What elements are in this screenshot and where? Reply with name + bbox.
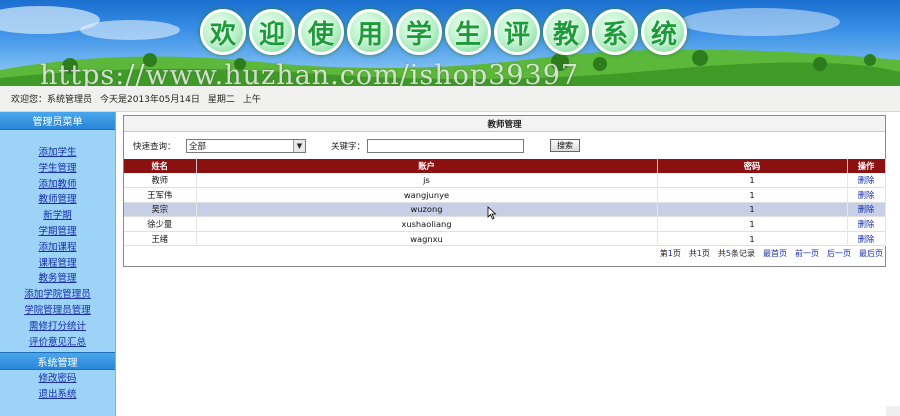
keyword-label: 关键字：: [331, 141, 366, 152]
window-corner: [886, 406, 900, 416]
last-page-link[interactable]: 最后页: [859, 248, 883, 259]
banner-glyph: 生: [445, 9, 491, 55]
sidebar-item-add-college-admin[interactable]: 添加学院管理员: [24, 287, 91, 303]
sidebar-item-new-term[interactable]: 新学期: [43, 208, 72, 224]
table-row: 王绪 wagnxu 1 删除: [124, 231, 886, 246]
banner-glyph: 使: [298, 9, 344, 55]
weekday-text: 星期二: [207, 95, 235, 105]
prev-page-link[interactable]: 前一页: [795, 248, 819, 259]
welcome-text: 欢迎您：系统管理员: [11, 95, 93, 105]
cell-password: 1: [657, 173, 848, 188]
panel-title: 教师管理: [124, 116, 885, 132]
quick-query-select[interactable]: 全部 ▼: [186, 138, 306, 153]
keyword-input[interactable]: [367, 138, 524, 153]
delete-link[interactable]: 删除: [847, 173, 886, 188]
sidebar-item-course-management[interactable]: 课程管理: [38, 256, 76, 272]
cell-name: 王绪: [124, 231, 197, 246]
sidebar-item-add-teacher[interactable]: 添加教师: [38, 177, 76, 193]
banner-glyph: 迎: [249, 9, 295, 55]
sidebar-item-college-admin-management[interactable]: 学院管理员管理: [24, 303, 91, 319]
date-text: 今天是2013年05月14日: [100, 95, 200, 105]
delete-link[interactable]: 删除: [847, 216, 886, 232]
cell-password: 1: [657, 202, 848, 217]
banner-glyph: 统: [641, 9, 687, 55]
column-header-name: 姓名: [124, 159, 197, 173]
cell-account: xushaoliang: [196, 216, 658, 232]
table-header-row: 姓名 账户 密码 操作: [124, 159, 886, 173]
cell-name: 教师: [124, 173, 197, 188]
watermark-text: https://www.huzhan.com/ishop39397: [40, 60, 580, 86]
banner-glyph: 学: [396, 9, 442, 55]
cell-name: 徐少量: [124, 216, 197, 232]
sidebar-item-teacher-management[interactable]: 教师管理: [38, 192, 76, 208]
sidebar-item-logout[interactable]: 退出系统: [38, 387, 76, 403]
cell-account: wagnxu: [196, 231, 658, 246]
sidebar-item-academic-management[interactable]: 教务管理: [38, 271, 76, 287]
banner: 欢 迎 使 用 学 生 评 教 系 统 https://www.huzhan.c…: [0, 0, 900, 86]
delete-link[interactable]: 删除: [847, 202, 886, 217]
pagination: 第1页 共1页 共5条记录 最首页 前一页 后一页 最后页: [124, 246, 885, 260]
sidebar: 管理员菜单 添加学生 学生管理 添加教师 教师管理 新学期 学期管理 添加课程 …: [0, 112, 116, 416]
sidebar-item-score-statistics[interactable]: 需修打分统计: [29, 319, 86, 335]
banner-glyph: 欢: [200, 9, 246, 55]
banner-glyph: 评: [494, 9, 540, 55]
total-records-suffix: 条记录: [731, 248, 755, 258]
banner-glyph: 教: [543, 9, 589, 55]
banner-title: 欢 迎 使 用 学 生 评 教 系 统: [200, 9, 687, 55]
column-header-password: 密码: [657, 159, 848, 173]
current-page: 第1页: [660, 248, 681, 259]
quick-query-value: 全部: [189, 141, 207, 152]
column-header-account: 账户: [196, 159, 658, 173]
search-button[interactable]: 搜索: [550, 139, 580, 152]
total-records: 共5条记录: [718, 248, 755, 259]
cell-name: 王军伟: [124, 187, 197, 203]
total-records-prefix: 共: [717, 248, 726, 258]
mouse-cursor-icon: [487, 206, 497, 220]
sidebar-item-term-management[interactable]: 学期管理: [38, 224, 76, 240]
search-row: 快速查询： 全部 ▼ 关键字： 搜索: [124, 132, 885, 159]
cell-account: wuzong: [196, 202, 658, 217]
total-pages: 共1页: [689, 248, 710, 259]
sidebar-item-add-course[interactable]: 添加课程: [38, 240, 76, 256]
sidebar-header: 管理员菜单: [0, 112, 115, 130]
table-row-highlighted: 吴宗 wuzong 1 删除: [124, 202, 886, 217]
delete-link[interactable]: 删除: [847, 231, 886, 246]
current-page-suffix: 页: [672, 248, 681, 258]
sidebar-system-header: 系统管理: [0, 352, 115, 371]
column-header-operation: 操作: [847, 159, 886, 173]
cell-password: 1: [657, 187, 848, 203]
banner-glyph: 系: [592, 9, 638, 55]
teacher-table: 姓名 账户 密码 操作 教师 js 1 删除 王军伟 wangjunye 1 删: [124, 159, 886, 246]
sidebar-item-student-management[interactable]: 学生管理: [38, 161, 76, 177]
cell-password: 1: [657, 216, 848, 232]
table-row: 教师 js 1 删除: [124, 173, 886, 188]
sidebar-item-feedback-summary[interactable]: 评价意见汇总: [29, 335, 86, 351]
sidebar-menu: 添加学生 学生管理 添加教师 教师管理 新学期 学期管理 添加课程 课程管理 教…: [0, 130, 115, 350]
next-page-link[interactable]: 后一页: [827, 248, 851, 259]
current-page-prefix: 第: [659, 248, 668, 258]
sidebar-item-change-password[interactable]: 修改密码: [38, 371, 76, 387]
cell-password: 1: [657, 231, 848, 246]
status-bar: 欢迎您：系统管理员 今天是2013年05月14日 星期二 上午: [0, 86, 900, 112]
banner-glyph: 用: [347, 9, 393, 55]
total-pages-prefix: 共: [688, 248, 697, 258]
table-row: 王军伟 wangjunye 1 删除: [124, 187, 886, 203]
first-page-link[interactable]: 最首页: [763, 248, 787, 259]
quick-query-label: 快速查询：: [133, 141, 176, 152]
teacher-management-panel: 教师管理 快速查询： 全部 ▼ 关键字： 搜索 姓名 账户 密码 操作 教师 j…: [123, 115, 886, 267]
table-row: 徐少量 xushaoliang 1 删除: [124, 216, 886, 232]
page: 欢 迎 使 用 学 生 评 教 系 统 https://www.huzhan.c…: [0, 0, 900, 416]
total-pages-suffix: 页: [701, 248, 710, 258]
cell-account: wangjunye: [196, 187, 658, 203]
delete-link[interactable]: 删除: [847, 187, 886, 203]
period-text: 上午: [242, 95, 261, 105]
dropdown-arrow-icon[interactable]: ▼: [293, 139, 305, 152]
cell-account: js: [196, 173, 658, 188]
sidebar-item-add-student[interactable]: 添加学生: [38, 145, 76, 161]
sidebar-system-menu: 修改密码 退出系统: [0, 370, 115, 402]
cell-name: 吴宗: [124, 202, 197, 217]
